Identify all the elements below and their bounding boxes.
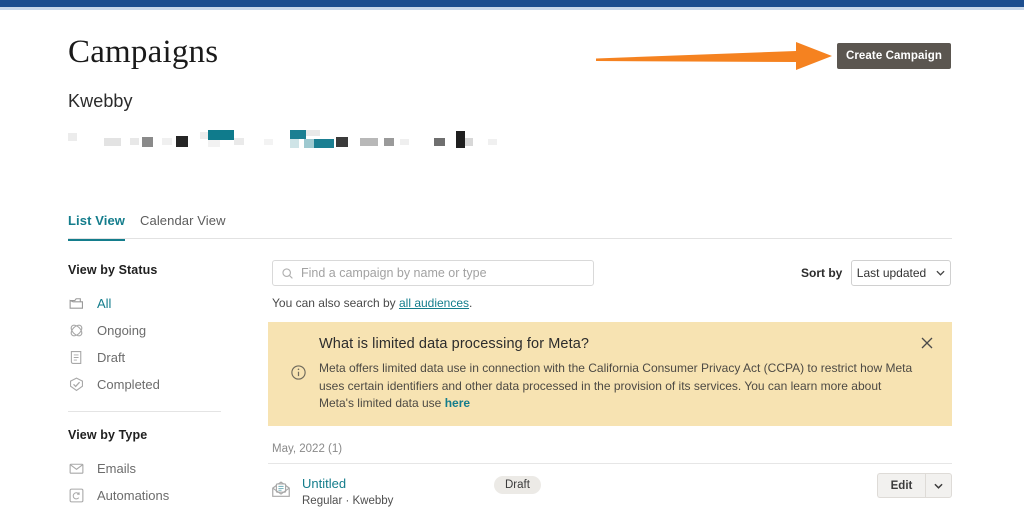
redacted-block (290, 139, 299, 148)
sort-by-label: Sort by (801, 266, 843, 280)
campaign-subtitle: Regular · Kwebby (302, 495, 394, 507)
redacted-block (130, 138, 139, 145)
automation-icon (69, 488, 84, 503)
orange-arrow-icon (596, 42, 832, 70)
all-audiences-link[interactable]: all audiences (399, 296, 469, 310)
completed-check-icon (69, 377, 84, 392)
info-icon (291, 365, 306, 380)
sidebar-item-label: Completed (97, 377, 160, 392)
sidebar-item-draft[interactable]: Draft (68, 344, 223, 371)
status-badge: Draft (494, 476, 541, 494)
campaign-name-link[interactable]: Untitled (302, 476, 346, 491)
redacted-block (176, 136, 188, 147)
tab-list-view[interactable]: List View (68, 213, 126, 241)
envelope-icon (69, 463, 84, 474)
edit-button[interactable]: Edit (877, 473, 925, 498)
sidebar-item-label: Automations (97, 488, 170, 503)
search-input[interactable] (301, 266, 581, 280)
chevron-down-icon (934, 483, 943, 489)
notice-here-link[interactable]: here (445, 396, 470, 410)
redacted-block (314, 139, 334, 148)
account-name: Kwebby (68, 91, 133, 111)
redacted-block (264, 139, 273, 145)
campaigns-page: Campaigns Kwebby Create Campaign List Vi… (0, 0, 1024, 516)
redacted-block (208, 130, 234, 140)
notice-title: What is limited data processing for Meta… (319, 336, 590, 352)
redacted-block (336, 137, 348, 147)
redacted-block (234, 138, 244, 145)
sidebar-item-completed[interactable]: Completed (68, 371, 223, 398)
sidebar-item-label: Ongoing (97, 323, 147, 338)
notice-body-text: Meta offers limited data use in connecti… (319, 361, 913, 410)
sidebar-item-label: Emails (97, 461, 137, 476)
redacted-block (465, 138, 473, 146)
redacted-block (162, 138, 172, 145)
redacted-block (142, 137, 153, 147)
close-icon[interactable] (918, 334, 936, 352)
top-bar-shadow (0, 7, 1024, 10)
sidebar-item-landing-pages[interactable]: Landing Pages (68, 509, 223, 516)
search-box[interactable] (272, 260, 594, 286)
redacted-block (384, 138, 394, 146)
search-hint-prefix: You can also search by (272, 296, 399, 310)
search-hint: You can also search by all audiences. (272, 296, 472, 310)
search-hint-suffix: . (469, 296, 473, 310)
app-top-bar (0, 0, 1024, 7)
sidebar-divider (68, 411, 221, 412)
search-area (272, 260, 594, 286)
chevron-down-icon (936, 270, 945, 276)
create-campaign-button[interactable]: Create Campaign (837, 43, 951, 69)
sidebar-item-ongoing[interactable]: Ongoing (68, 317, 223, 344)
tab-calendar-view[interactable]: Calendar View (140, 213, 226, 238)
list-group-label: May, 2022 (1) (272, 443, 343, 455)
edit-dropdown-button[interactable] (925, 473, 952, 498)
redacted-block (304, 139, 314, 148)
redacted-block (306, 130, 320, 136)
ongoing-icon (70, 324, 83, 337)
filter-sidebar: View by Status All Ongoing Draft Complet… (68, 263, 223, 516)
list-divider (268, 463, 952, 464)
draft-icon (70, 350, 82, 365)
meta-limited-data-notice: What is limited data processing for Meta… (268, 322, 952, 426)
all-campaigns-icon (69, 298, 84, 309)
sidebar-item-label: All (97, 296, 112, 311)
search-icon (282, 267, 293, 279)
page-title: Campaigns (68, 34, 219, 70)
sort-by-value: Last updated (856, 266, 927, 280)
sidebar-item-all[interactable]: All (68, 290, 223, 317)
redacted-block (208, 140, 220, 147)
view-tabs: List View Calendar View (68, 213, 952, 241)
sidebar-item-emails[interactable]: Emails (68, 455, 223, 482)
redacted-block (68, 133, 77, 141)
redacted-block (456, 131, 465, 148)
view-by-type-heading: View by Type (68, 428, 148, 442)
sidebar-item-label: Draft (97, 350, 126, 365)
redacted-nav-strip (68, 128, 508, 150)
email-campaign-icon (272, 481, 290, 497)
redacted-block (290, 130, 306, 139)
sort-by-dropdown[interactable]: Last updated (851, 260, 951, 286)
sidebar-item-automations[interactable]: Automations (68, 482, 223, 509)
view-by-status-heading: View by Status (68, 263, 158, 277)
redacted-block (434, 138, 445, 146)
row-actions: Edit (877, 473, 952, 498)
redacted-block (400, 139, 409, 145)
tabs-divider (68, 238, 952, 239)
notice-body: Meta offers limited data use in connecti… (319, 360, 919, 413)
redacted-block (104, 138, 121, 146)
table-row: Untitled Regular · Kwebby Draft Edit (268, 470, 952, 516)
redacted-block (360, 138, 378, 146)
redacted-block (488, 139, 497, 145)
